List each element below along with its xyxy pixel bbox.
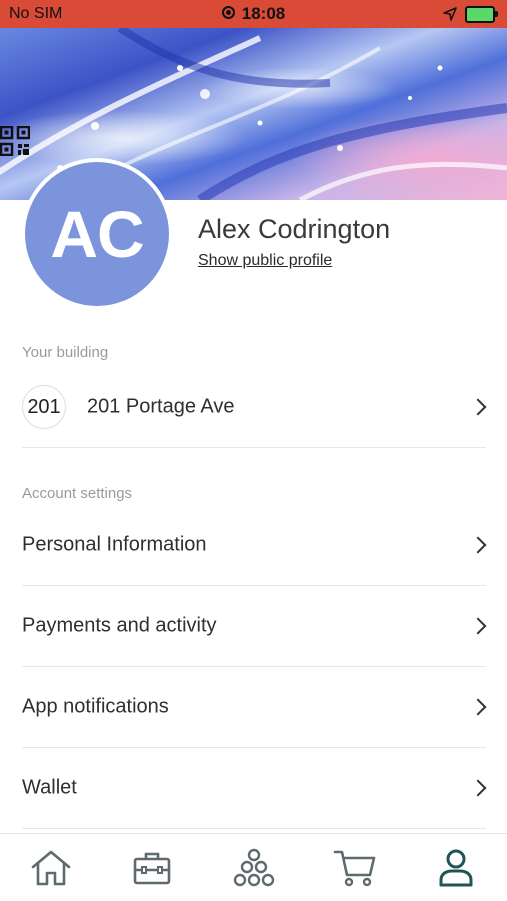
settings-item-personal-information[interactable]: Personal Information: [22, 505, 487, 586]
settings-item-payments-activity[interactable]: Payments and activity: [22, 586, 487, 667]
building-logo-text: 201: [27, 395, 61, 418]
bottom-tab-bar: [0, 833, 507, 901]
account-settings-heading: Account settings: [22, 485, 133, 502]
chevron-right-icon: [469, 779, 487, 797]
profile-icon: [439, 849, 473, 886]
profile-name: Alex Codrington: [198, 214, 391, 244]
settings-item-label: App notifications: [22, 695, 169, 718]
location-arrow-icon: [443, 7, 457, 21]
clock: 18:08: [0, 4, 507, 24]
tab-cart[interactable]: [304, 834, 405, 901]
settings-item-label: Personal Information: [22, 533, 207, 556]
status-bar: No SIM 18:08: [0, 0, 507, 28]
settings-item-label: Payments and activity: [22, 614, 217, 637]
time-label: 18:08: [241, 4, 286, 23]
avatar[interactable]: AC: [21, 158, 173, 310]
building-name: 201 Portage Ave: [87, 395, 235, 418]
settings-item-app-notifications[interactable]: App notifications: [22, 667, 487, 748]
chevron-right-icon: [469, 398, 487, 416]
building-row[interactable]: 201 201 Portage Ave: [22, 367, 487, 448]
tab-community[interactable]: [203, 834, 304, 901]
avatar-circle: AC: [25, 162, 169, 306]
community-icon: [233, 848, 274, 886]
your-building-heading: Your building: [22, 344, 109, 361]
tab-profile[interactable]: [406, 834, 507, 901]
toolbox-icon: [133, 852, 171, 884]
qr-code-icon[interactable]: [0, 126, 30, 156]
chevron-right-icon: [469, 698, 487, 716]
settings-item-label: Wallet: [22, 776, 77, 799]
chevron-right-icon: [469, 617, 487, 635]
show-public-profile-link[interactable]: Show public profile: [198, 252, 332, 270]
screen-recording-icon: [221, 6, 235, 19]
building-logo: 201: [22, 385, 66, 429]
chevron-right-icon: [469, 536, 487, 554]
battery-icon: [465, 5, 498, 23]
cart-icon: [333, 850, 376, 886]
tab-services[interactable]: [101, 834, 202, 901]
status-icons: [443, 4, 498, 24]
tab-home[interactable]: [0, 834, 101, 901]
home-icon: [31, 850, 71, 885]
settings-item-wallet[interactable]: Wallet: [22, 748, 487, 829]
avatar-initials: AC: [50, 197, 144, 271]
